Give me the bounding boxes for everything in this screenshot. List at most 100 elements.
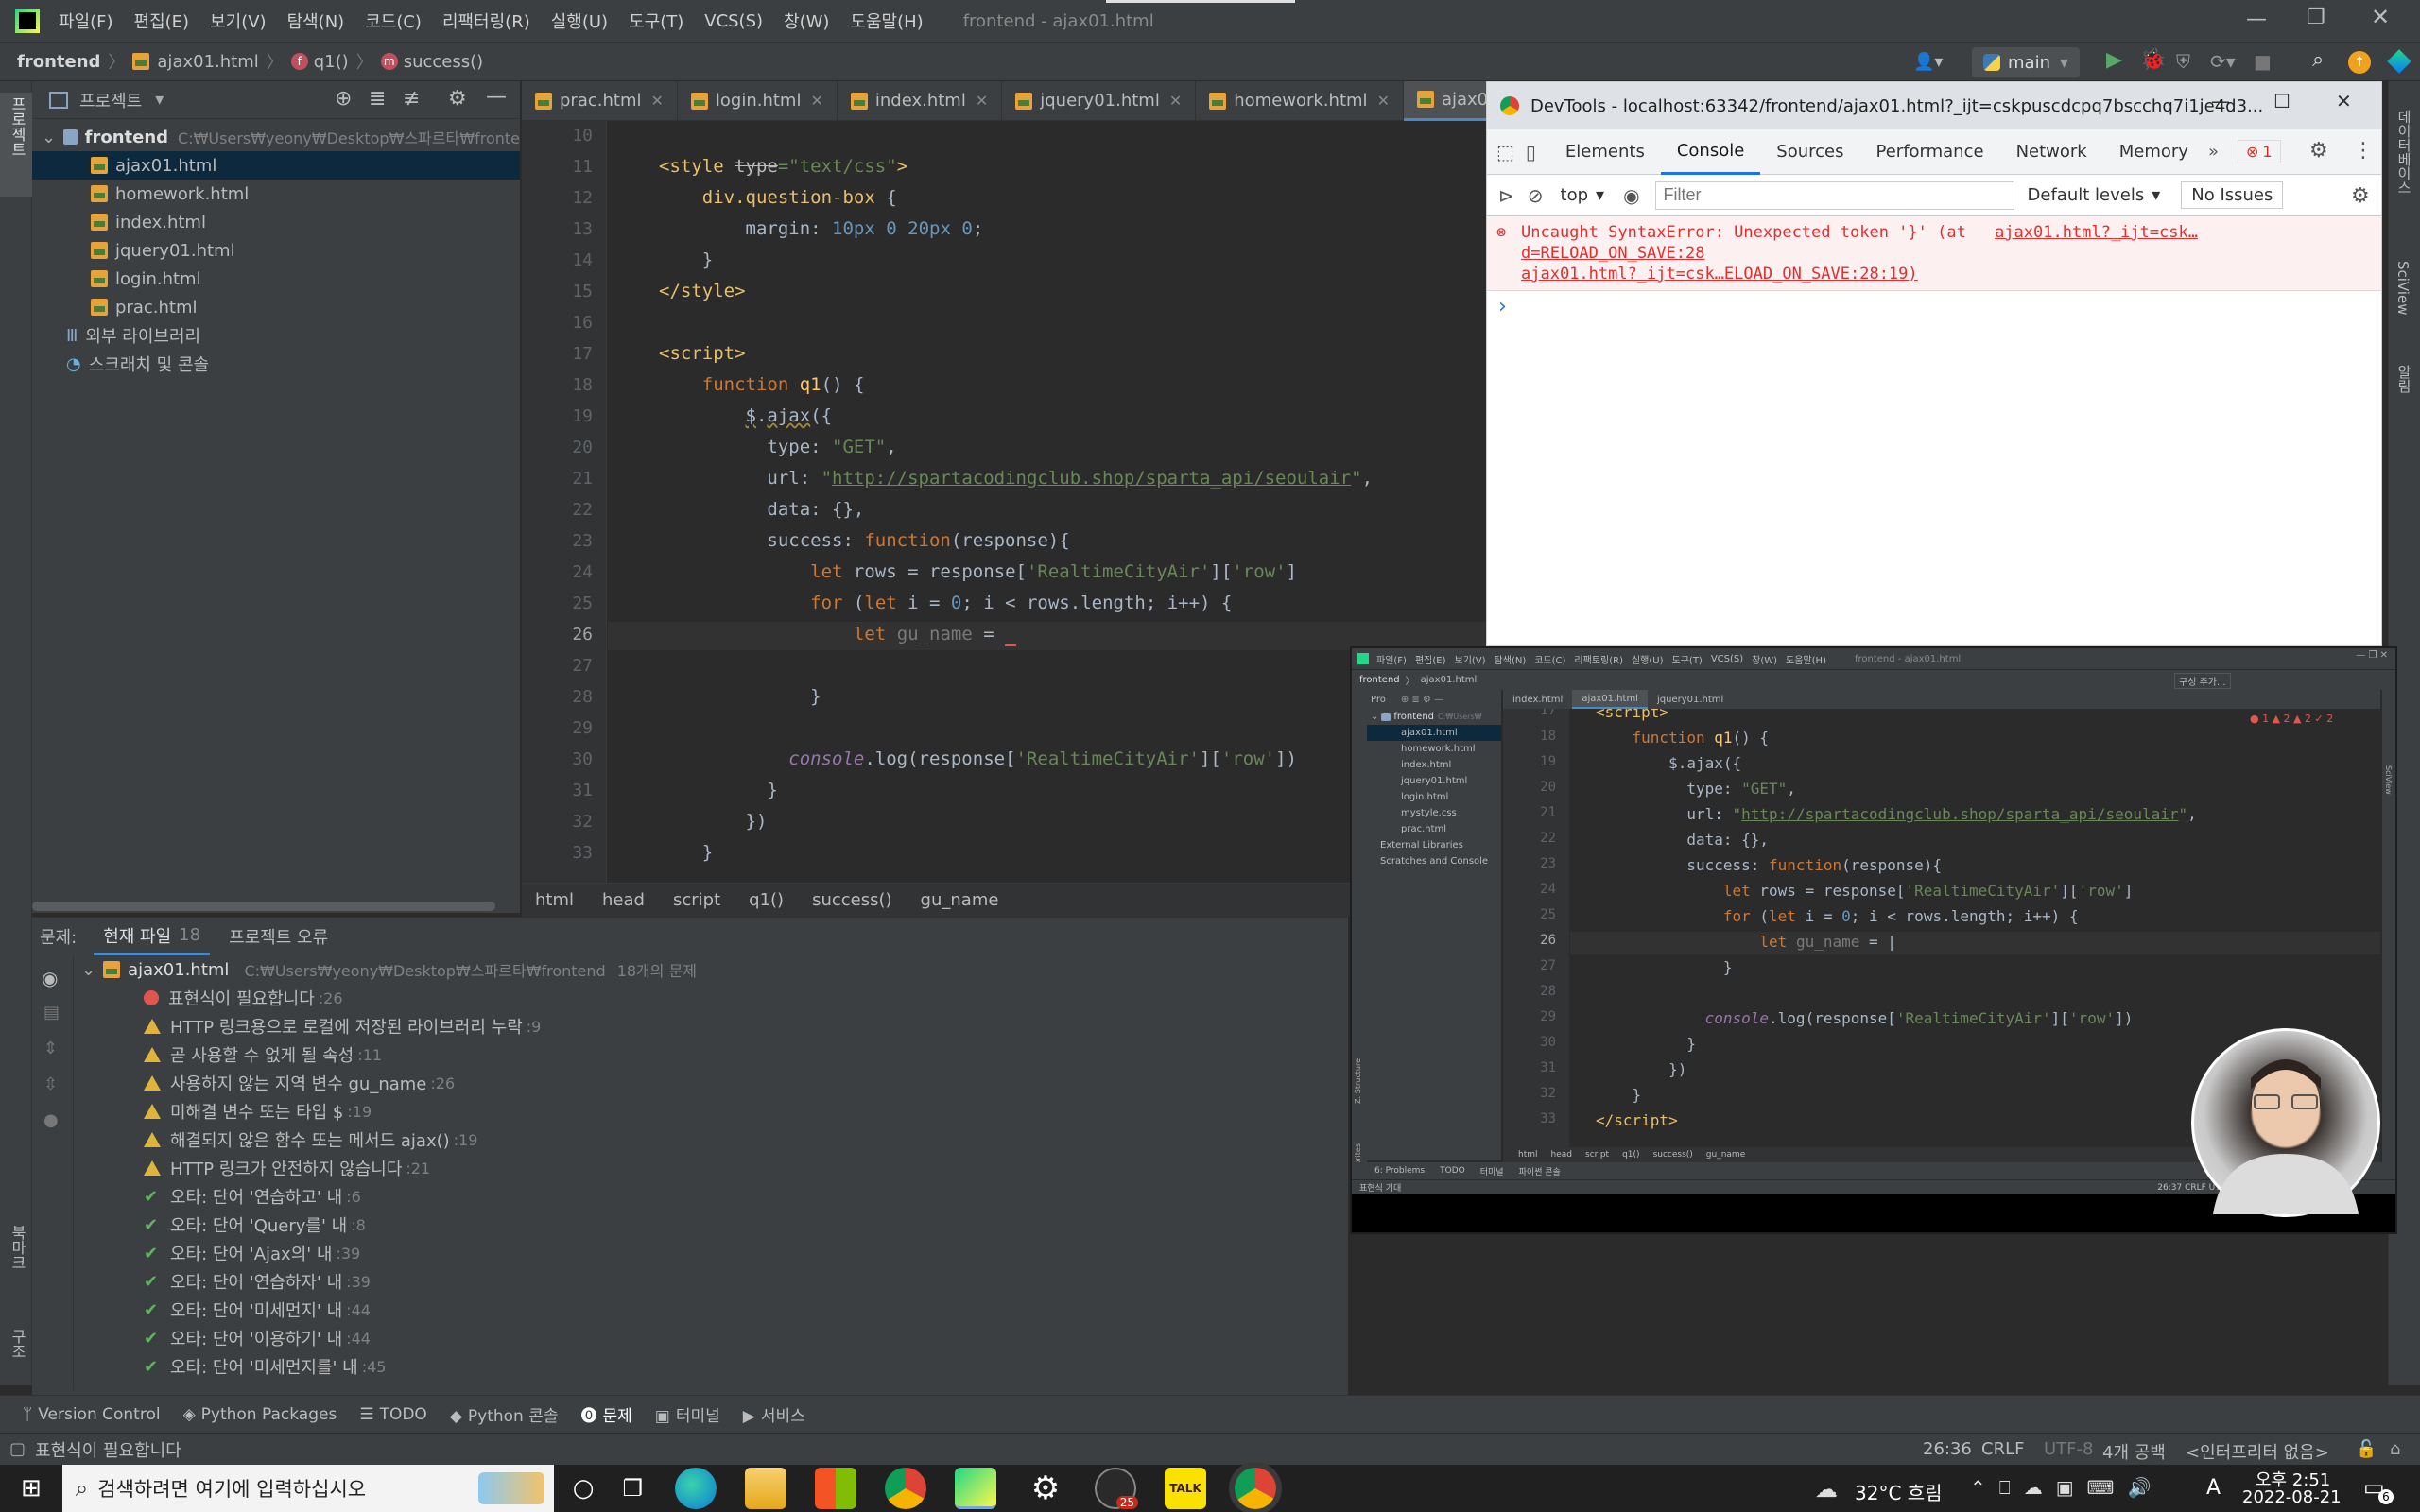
tool-todo[interactable]: ☰ TODO — [359, 1405, 427, 1424]
project-scrollbar[interactable] — [32, 902, 495, 911]
devtools-tab-elements[interactable]: Elements — [1549, 142, 1661, 162]
menu-file[interactable]: 파일(F) — [59, 9, 113, 33]
close-tab-icon[interactable]: ✕ — [810, 92, 822, 110]
chrome-active-icon[interactable] — [1235, 1468, 1276, 1509]
log-levels-dropdown[interactable]: Default levels ▾ — [2028, 185, 2161, 205]
breadcrumb-item[interactable]: script — [673, 890, 720, 910]
more-options-icon[interactable]: ⋮ — [2353, 139, 2374, 163]
close-tab-icon[interactable]: ✕ — [650, 92, 663, 110]
close-icon[interactable]: ✕ — [2336, 90, 2352, 112]
update-icon[interactable]: ↑ — [2348, 51, 2371, 74]
sciview-strip-label[interactable]: SciView — [2394, 261, 2411, 316]
status-encoding[interactable]: UTF-8 — [2044, 1439, 2093, 1459]
status-position[interactable]: 26:36 — [1923, 1439, 1972, 1459]
error-count-badge[interactable]: ⊗ 1 — [2237, 140, 2281, 163]
cortana-icon[interactable]: ○ — [573, 1474, 595, 1503]
tray-icons[interactable]: ⌃⎕☁▣⌨🔊 — [1970, 1476, 2164, 1499]
menu-refactor[interactable]: 리팩터링(R) — [442, 9, 530, 33]
maximize-icon[interactable]: ☐ — [2273, 90, 2290, 112]
bookmarks-strip-label[interactable]: 북마크 — [6, 1225, 28, 1270]
status-window-icon[interactable]: ▢ — [9, 1439, 26, 1459]
search-icon[interactable]: ⌕ — [2312, 48, 2324, 72]
breadcrumb-item[interactable]: success() — [812, 890, 891, 910]
weather-cloud-icon[interactable]: ☁ — [1815, 1476, 1838, 1503]
sidebar-toggle-icon[interactable]: ⊳ — [1498, 184, 1514, 207]
bulb-icon[interactable]: ● — [43, 1110, 59, 1130]
close-icon[interactable]: ✕ — [2371, 4, 2390, 30]
devtools-tab-performance[interactable]: Performance — [1860, 142, 2000, 162]
tree-file[interactable]: index.html — [32, 208, 520, 236]
edge-browser-icon[interactable] — [675, 1468, 717, 1509]
breadcrumb-item[interactable]: head — [602, 890, 645, 910]
chrome-icon[interactable] — [885, 1468, 926, 1509]
problem-item[interactable]: ✔ 오타: 단어 '미세먼지를' 내:45 — [81, 1352, 1339, 1381]
notification-bell-icon[interactable]: ⌂ — [2390, 1439, 2400, 1459]
error-source-link[interactable]: ajax01.html?_ijt=csk…ELOAD_ON_SAVE:28:19… — [1521, 265, 1918, 284]
device-toggle-icon[interactable]: ▯ — [1526, 141, 1536, 163]
problem-item[interactable]: ✔ 오타: 단어 '이용하기' 내:44 — [81, 1324, 1339, 1352]
problem-item[interactable]: ✔ 오타: 단어 '미세먼지' 내:44 — [81, 1296, 1339, 1324]
status-interpreter[interactable]: <인터프리터 없음> — [2186, 1439, 2329, 1464]
context-selector[interactable]: top ▾ — [1561, 185, 1605, 205]
status-line-separator[interactable]: CRLF — [1981, 1439, 2024, 1459]
stop-icon[interactable]: ■ — [2254, 50, 2272, 73]
weather-text[interactable]: 32°C 흐림 — [1855, 1478, 1943, 1505]
devtools-tab-memory[interactable]: Memory — [2103, 142, 2204, 162]
problem-item[interactable]: 사용하지 않는 지역 변수 gu_name:26 — [81, 1069, 1339, 1097]
menu-tools[interactable]: 도구(T) — [629, 9, 683, 33]
devtools-tab-console[interactable]: Console — [1660, 129, 1761, 175]
editor-tab[interactable]: jquery01.html ✕ — [1002, 80, 1197, 121]
problem-item[interactable]: ✔ 오타: 단어 '연습하고' 내:6 — [81, 1182, 1339, 1211]
problem-item[interactable]: 표현식이 필요합니다:26 — [81, 984, 1339, 1012]
problem-item[interactable]: 해결되지 않은 함수 또는 메서드 ajax():19 — [81, 1125, 1339, 1154]
tool-terminal[interactable]: ▣ 터미널 — [655, 1402, 720, 1426]
menu-view[interactable]: 보기(V) — [210, 9, 266, 33]
ime-indicator[interactable]: A — [2206, 1476, 2221, 1500]
menu-navigate[interactable]: 탐색(N) — [287, 9, 345, 33]
minimize-icon[interactable]: — — [2211, 90, 2230, 112]
nav-crumb-project[interactable]: frontend — [17, 52, 100, 72]
structure-strip-label[interactable]: 구조 — [6, 1329, 28, 1359]
kakaotalk-icon[interactable]: TALK — [1165, 1468, 1206, 1509]
devtools-tab-sources[interactable]: Sources — [1760, 142, 1859, 162]
tree-file[interactable]: homework.html — [32, 180, 520, 208]
close-tab-icon[interactable]: ✕ — [1169, 92, 1182, 110]
close-tab-icon[interactable]: ✕ — [1377, 92, 1390, 110]
devtools-tab-network[interactable]: Network — [2000, 142, 2103, 162]
minimize-icon[interactable]: — — [2246, 8, 2267, 31]
gear-icon[interactable]: ⚙ — [448, 87, 467, 111]
coverage-icon[interactable]: ⛨ — [2176, 50, 2190, 73]
tool-python-console[interactable]: ◆ Python 콘솔 — [450, 1402, 559, 1426]
settings-gear-icon[interactable]: ⚙ — [1025, 1468, 1066, 1509]
problems-tab-project-errors[interactable]: 프로젝트 오류 — [229, 924, 328, 949]
branch-selector[interactable]: main ▾ — [1972, 47, 2081, 77]
maximize-icon[interactable]: ❐ — [2307, 6, 2325, 29]
console-filter-input[interactable] — [1654, 180, 2014, 210]
menu-vcs[interactable]: VCS(S) — [704, 11, 763, 31]
breadcrumb-item[interactable]: html — [535, 890, 574, 910]
code-editor[interactable]: 10 11 12 13 14 15 16 17 18 19 20 21 22 2… — [522, 121, 1486, 883]
problems-tab-current-file[interactable]: 현재 파일 18 — [94, 918, 211, 955]
lock-icon[interactable]: 🔓 — [2356, 1439, 2377, 1459]
menu-window[interactable]: 창(W) — [784, 9, 829, 33]
collapse-all-icon[interactable]: ≢ — [403, 87, 420, 111]
expand-icon[interactable]: ⇕ — [43, 1039, 58, 1058]
issues-button[interactable]: No Issues — [2181, 181, 2284, 209]
problem-item[interactable]: HTTP 링크가 안전하지 않습니다:21 — [81, 1154, 1339, 1182]
tool-version-control[interactable]: ᛘ Version Control — [23, 1405, 161, 1424]
breadcrumb-item[interactable]: q1() — [749, 890, 784, 910]
nav-crumb-method[interactable]: success() — [404, 52, 483, 72]
editor-tab[interactable]: login.html ✕ — [678, 80, 838, 121]
problem-item[interactable]: HTTP 링크용으로 로컬에 저장된 라이브러리 누락:9 — [81, 1012, 1339, 1040]
tree-file[interactable]: login.html — [32, 265, 520, 293]
editor-tab[interactable]: index.html ✕ — [838, 80, 1003, 121]
pycharm-taskbar-icon[interactable] — [955, 1468, 996, 1509]
project-panel-title[interactable]: 프로젝트 — [79, 88, 142, 112]
menu-help[interactable]: 도움말(H) — [850, 9, 923, 33]
more-tabs-button[interactable]: » — [2208, 142, 2219, 162]
status-indent[interactable]: 4개 공백 — [2102, 1439, 2166, 1464]
editor-tab[interactable]: homework.html ✕ — [1196, 80, 1404, 121]
task-view-icon[interactable]: ❐ — [622, 1475, 643, 1502]
collapse-icon[interactable]: ⇳ — [43, 1074, 58, 1094]
inspect-element-icon[interactable]: ⬚ — [1496, 141, 1514, 163]
